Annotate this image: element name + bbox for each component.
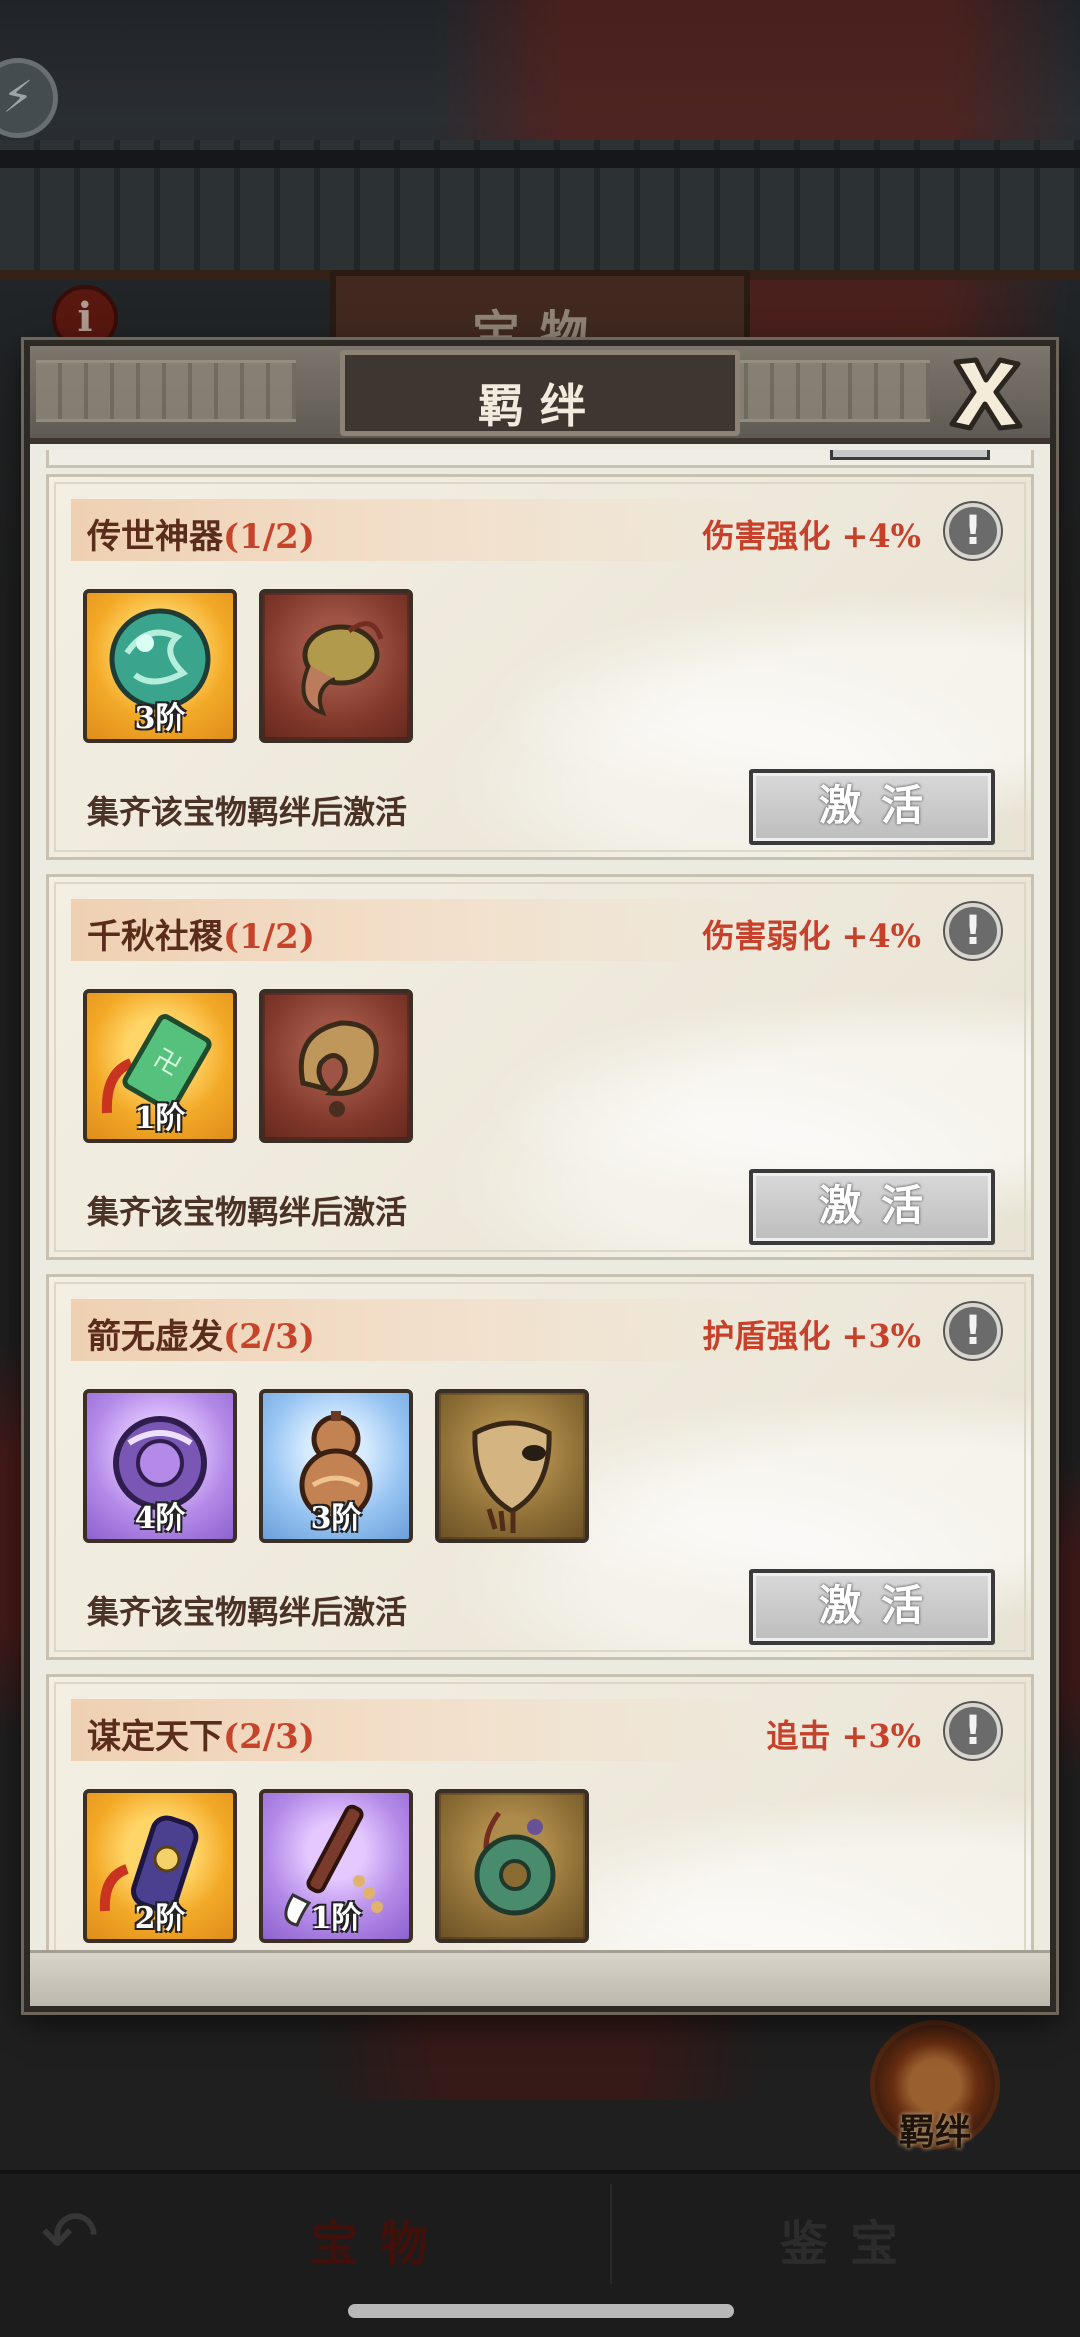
treasure-slot[interactable]: 3阶 bbox=[259, 1389, 413, 1543]
close-button[interactable] bbox=[942, 350, 1028, 436]
bond-list[interactable]: 传世神器(1/2) 伤害强化 +4% ! 3阶 集齐该宝物羁绊后激活 激活 千秋… bbox=[30, 450, 1050, 1950]
bond-progress: (1/2) bbox=[223, 517, 315, 557]
header-ornament bbox=[36, 360, 296, 422]
bond-name: 箭无虚发(2/3) bbox=[87, 1309, 315, 1358]
bond-hint: 集齐该宝物羁绊后激活 bbox=[87, 793, 408, 831]
treasure-slot[interactable] bbox=[259, 989, 413, 1143]
treasure-slot[interactable] bbox=[435, 1389, 589, 1543]
cloth-pouch-icon bbox=[301, 621, 384, 717]
tier-label: 1阶 bbox=[134, 1101, 186, 1136]
bond-name-text: 传世神器 bbox=[87, 517, 223, 557]
bond-card: 谋定天下(2/3) 追击 +3% ! 2阶 1阶 bbox=[46, 1674, 1034, 1950]
bond-name: 谋定天下(2/3) bbox=[87, 1709, 315, 1758]
bond-effect: 护盾强化 +3% bbox=[702, 1317, 921, 1355]
tier-label: 1阶 bbox=[310, 1901, 362, 1936]
bond-effect: 伤害弱化 +4% bbox=[702, 917, 921, 955]
activate-button[interactable]: 激活 bbox=[749, 1569, 995, 1645]
bond-name-text: 箭无虚发 bbox=[87, 1317, 223, 1357]
close-x-icon bbox=[949, 357, 1023, 431]
tier-label: 3阶 bbox=[310, 1501, 362, 1536]
bond-name-text: 谋定天下 bbox=[87, 1717, 223, 1757]
treasure-slot[interactable]: 2阶 bbox=[83, 1789, 237, 1943]
bond-hint: 集齐该宝物羁绊后激活 bbox=[87, 1193, 408, 1231]
bond-effect: 伤害强化 +4% bbox=[702, 517, 921, 555]
bond-effect: 追击 +3% bbox=[766, 1717, 921, 1755]
treasure-slot[interactable]: 4阶 bbox=[83, 1389, 237, 1543]
modal-header: 羁绊 bbox=[30, 346, 1050, 444]
jade-pendant-icon bbox=[474, 1811, 556, 1916]
activate-button[interactable]: 激活 bbox=[749, 769, 995, 845]
title-plate: 羁绊 bbox=[340, 350, 740, 436]
tier-label: 2阶 bbox=[134, 1901, 186, 1936]
treasure-slot[interactable]: 3阶 bbox=[83, 589, 237, 743]
bond-progress: (1/2) bbox=[223, 917, 315, 957]
conch-horn-icon bbox=[298, 1020, 379, 1117]
treasure-slot[interactable]: 卍 1阶 bbox=[83, 989, 237, 1143]
exclamation-info-icon[interactable]: ! bbox=[945, 903, 1001, 959]
bond-progress: (2/3) bbox=[223, 1317, 315, 1357]
treasure-slot[interactable] bbox=[435, 1789, 589, 1943]
treasure-slot[interactable] bbox=[259, 589, 413, 743]
treasure-slot[interactable]: 1阶 bbox=[259, 1789, 413, 1943]
bond-progress: (2/3) bbox=[223, 1717, 315, 1757]
bond-card: 千秋社稷(1/2) 伤害弱化 +4% ! 卍 1阶 集齐该宝物羁绊后激活 激活 bbox=[46, 874, 1034, 1260]
activate-button[interactable]: 激活 bbox=[749, 1169, 995, 1245]
exclamation-info-icon[interactable]: ! bbox=[945, 1703, 1001, 1759]
modal-title: 羁绊 bbox=[478, 379, 602, 433]
previous-button-edge bbox=[830, 450, 990, 460]
bond-modal: 羁绊 传世神器(1/2) 伤害强化 +4% ! 3阶 集齐该宝物羁绊后激活 激活… bbox=[24, 340, 1056, 2012]
bond-name: 千秋社稷(1/2) bbox=[87, 909, 315, 958]
bond-name: 传世神器(1/2) bbox=[87, 509, 315, 558]
exclamation-info-icon[interactable]: ! bbox=[945, 1303, 1001, 1359]
tier-label: 3阶 bbox=[134, 701, 186, 736]
modal-footer bbox=[30, 1950, 1050, 2006]
bond-card: 箭无虚发(2/3) 护盾强化 +3% ! 4阶 3阶 集齐该宝物羁绊后激活 激活 bbox=[46, 1274, 1034, 1660]
mask-icon bbox=[472, 1420, 552, 1533]
bond-hint: 集齐该宝物羁绊后激活 bbox=[87, 1593, 408, 1631]
exclamation-info-icon[interactable]: ! bbox=[945, 503, 1001, 559]
bond-name-text: 千秋社稷 bbox=[87, 917, 223, 957]
tier-label: 4阶 bbox=[134, 1501, 186, 1536]
bond-card: 传世神器(1/2) 伤害强化 +4% ! 3阶 集齐该宝物羁绊后激活 激活 bbox=[46, 474, 1034, 860]
